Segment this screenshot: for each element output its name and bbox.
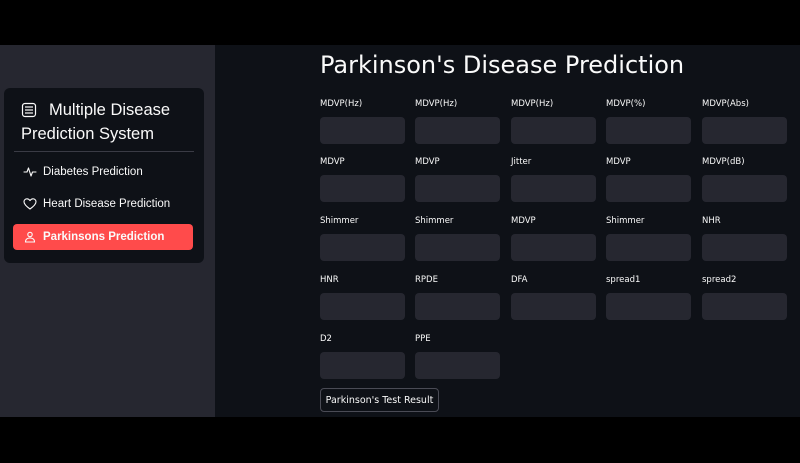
field-jitter-ddp: Jitter [511,156,596,202]
menu-item-label: Parkinsons Prediction [43,231,165,243]
shimmer-dda-input[interactable] [606,234,691,261]
activity-icon [23,167,37,177]
field-d2: D2 [320,333,405,379]
shimmer-apq5-input[interactable] [415,234,500,261]
menu-item-label: Heart Disease Prediction [43,198,171,210]
field-label: MDVP [320,157,345,167]
mdvp-jitter-abs-input[interactable] [702,117,787,144]
field-label: MDVP(dB) [702,157,745,167]
mdvp-fo-hz-input[interactable] [320,117,405,144]
field-label: Shimmer [606,216,645,226]
field-spread1: spread1 [606,274,691,320]
field-label: MDVP [511,216,536,226]
field-ppe: PPE [415,333,500,379]
field-label: DFA [511,275,528,285]
page-title: Parkinson's Disease Prediction [320,51,685,79]
field-shimmer-dda: Shimmer [606,215,691,261]
field-mdvp-shimmer-db: MDVP(dB) [702,156,787,202]
hnr-input[interactable] [320,293,405,320]
field-label: PPE [415,334,431,344]
parkinsons-test-result-button[interactable]: Parkinson's Test Result [320,388,439,412]
field-mdvp-apq: MDVP [511,215,596,261]
d2-input[interactable] [320,352,405,379]
menu-divider [14,151,194,152]
mdvp-flo-hz-input[interactable] [511,117,596,144]
mdvp-jitter-percent-input[interactable] [606,117,691,144]
spread2-input[interactable] [702,293,787,320]
heart-icon [23,198,37,210]
mdvp-rap-input[interactable] [320,175,405,202]
field-label: MDVP [415,157,440,167]
mdvp-shimmer-db-input[interactable] [702,175,787,202]
field-mdvp-fhi-hz: MDVP(Hz) [415,98,500,144]
jitter-ddp-input[interactable] [511,175,596,202]
field-label: MDVP(%) [606,99,646,109]
field-mdvp-flo-hz: MDVP(Hz) [511,98,596,144]
field-label: D2 [320,334,332,344]
field-label: spread1 [606,275,641,285]
field-label: MDVP(Abs) [702,99,749,109]
navigation-menu: Multiple Disease Prediction System Diabe… [4,88,204,263]
spread1-input[interactable] [606,293,691,320]
mdvp-fhi-hz-input[interactable] [415,117,500,144]
field-label: MDVP(Hz) [511,99,554,109]
nhr-input[interactable] [702,234,787,261]
field-label: Shimmer [415,216,454,226]
field-label: NHR [702,216,721,226]
field-label: Jitter [511,157,532,167]
field-hnr: HNR [320,274,405,320]
field-label: HNR [320,275,339,285]
menu-item-diabetes-prediction[interactable]: Diabetes Prediction [13,159,193,185]
field-label: spread2 [702,275,737,285]
field-mdvp-ppq: MDVP [415,156,500,202]
field-spread2: spread2 [702,274,787,320]
field-shimmer-apq3: Shimmer [320,215,405,261]
field-mdvp-fo-hz: MDVP(Hz) [320,98,405,144]
field-mdvp-jitter-abs: MDVP(Abs) [702,98,787,144]
dfa-input[interactable] [511,293,596,320]
field-label: MDVP(Hz) [415,99,458,109]
menu-item-parkinsons-prediction[interactable]: Parkinsons Prediction [13,224,193,250]
field-dfa: DFA [511,274,596,320]
field-label: Shimmer [320,216,359,226]
field-mdvp-jitter-percent: MDVP(%) [606,98,691,144]
field-rpde: RPDE [415,274,500,320]
mdvp-shimmer-input[interactable] [606,175,691,202]
mdvp-apq-input[interactable] [511,234,596,261]
menu-title: Multiple Disease Prediction System [21,101,171,143]
rpde-input[interactable] [415,293,500,320]
field-mdvp-shimmer: MDVP [606,156,691,202]
field-label: MDVP [606,157,631,167]
mdvp-ppq-input[interactable] [415,175,500,202]
person-icon [24,231,36,243]
field-label: MDVP(Hz) [320,99,363,109]
menu-item-label: Diabetes Prediction [43,166,143,178]
shimmer-apq3-input[interactable] [320,234,405,261]
field-shimmer-apq5: Shimmer [415,215,500,261]
app-window: Multiple Disease Prediction System Diabe… [0,45,800,417]
field-label: RPDE [415,275,438,285]
ppe-input[interactable] [415,352,500,379]
sidebar: Multiple Disease Prediction System Diabe… [0,45,215,417]
field-mdvp-rap: MDVP [320,156,405,202]
field-nhr: NHR [702,215,787,261]
menu-item-heart-disease-prediction[interactable]: Heart Disease Prediction [13,191,193,217]
